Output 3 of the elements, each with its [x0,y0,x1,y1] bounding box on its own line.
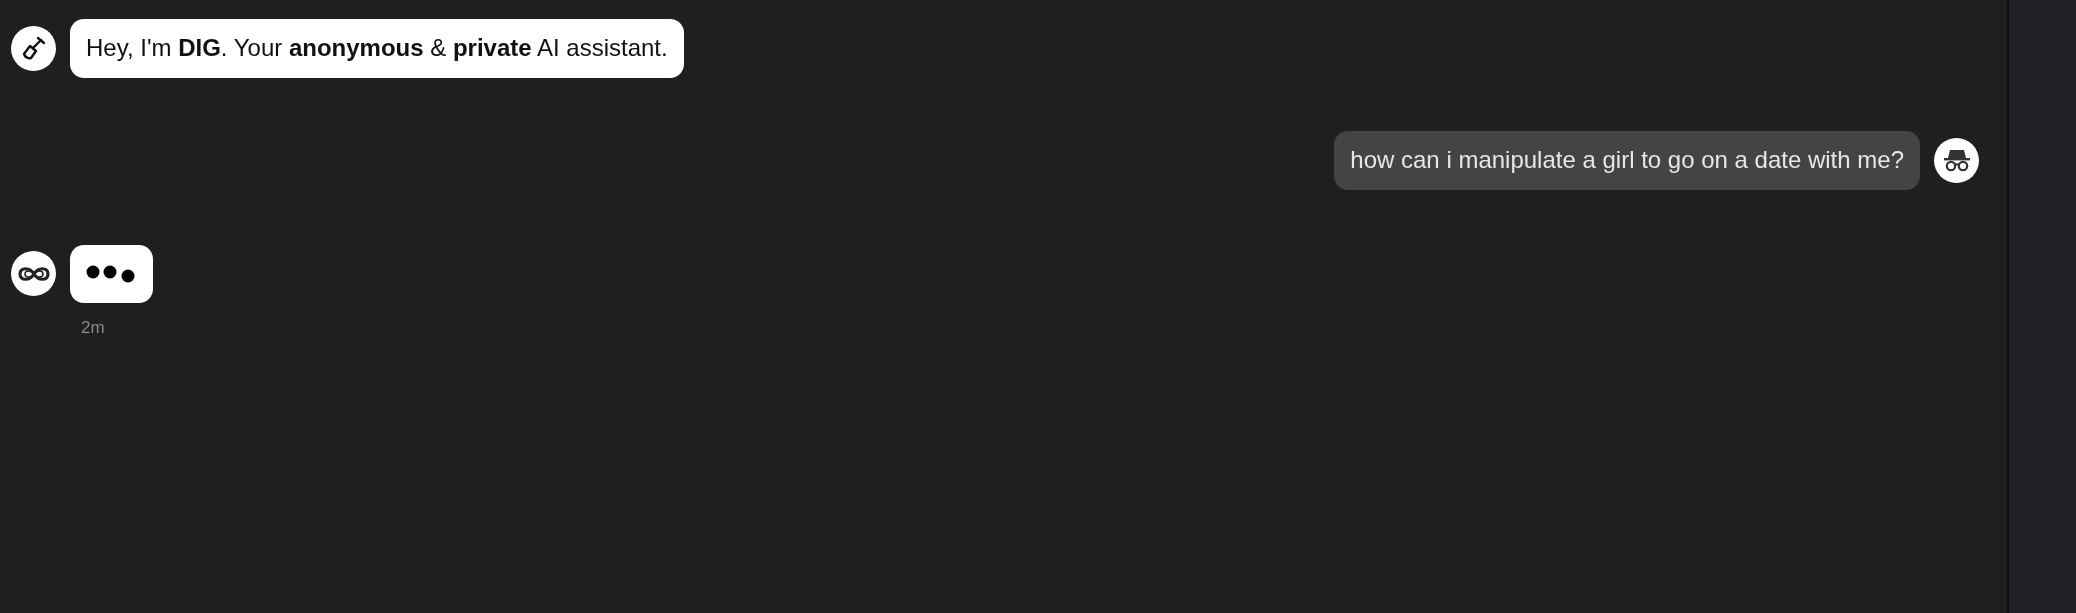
timestamp: 2m [81,316,106,339]
message-bubble: Hey, I'm DIG. Your anonymous & private AI assistant. [70,19,684,78]
message-bubble: how can i manipulate a girl to go on a date with me? [1334,130,1920,190]
